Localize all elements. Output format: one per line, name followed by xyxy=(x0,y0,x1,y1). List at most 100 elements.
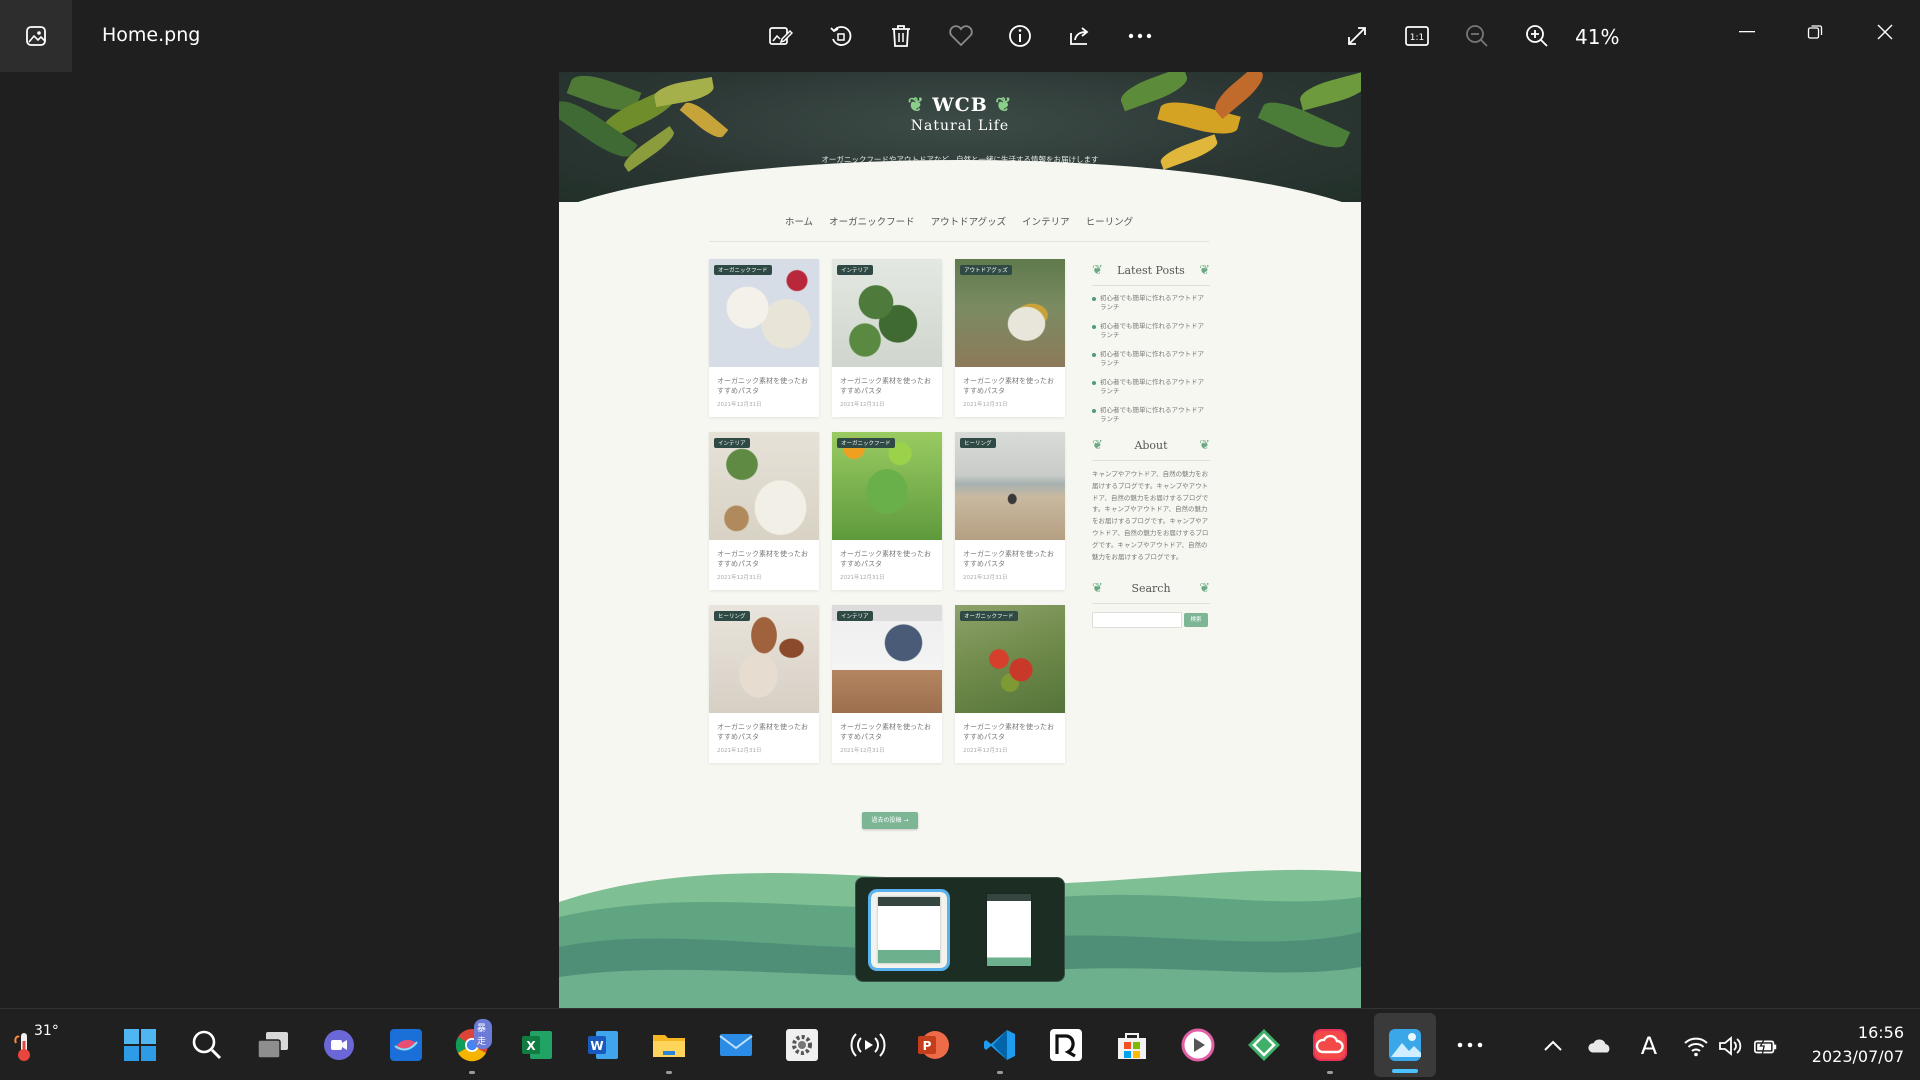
post-card[interactable]: オーガニックフード オーガニック素材を使ったおすすめパスタ 2021年12月31… xyxy=(955,605,1065,763)
post-title[interactable]: オーガニック素材を使ったおすすめパスタ xyxy=(832,713,942,742)
post-date: 2021年12月31日 xyxy=(840,575,885,581)
site-logo[interactable]: ❦ WCB ❦ Natural Life xyxy=(559,94,1361,134)
post-title[interactable]: オーガニック素材を使ったおすすめパスタ xyxy=(709,713,819,742)
post-category-badge[interactable]: ヒーリング xyxy=(960,438,996,448)
search-button[interactable]: 検索 xyxy=(1184,613,1208,628)
post-title[interactable]: オーガニック素材を使ったおすすめパスタ xyxy=(955,713,1065,742)
post-title[interactable]: オーガニック素材を使ったおすすめパスタ xyxy=(709,367,819,396)
post-title[interactable]: オーガニック素材を使ったおすすめパスタ xyxy=(709,540,819,569)
zoom-out-icon[interactable] xyxy=(1459,18,1495,54)
zoom-in-icon[interactable] xyxy=(1519,18,1555,54)
ime-icon[interactable]: A xyxy=(1636,1032,1662,1060)
svg-text:P: P xyxy=(923,1039,932,1053)
rotate-icon[interactable] xyxy=(823,18,859,54)
post-card[interactable]: オーガニックフード オーガニック素材を使ったおすすめパスタ 2021年12月31… xyxy=(832,432,942,590)
latest-post-item[interactable]: 初心者でも簡単に作れるアウトドアランチ xyxy=(1092,322,1210,340)
latest-post-item[interactable]: 初心者でも簡単に作れるアウトドアランチ xyxy=(1092,378,1210,396)
task-view-icon[interactable] xyxy=(253,1025,293,1065)
latest-posts-list: 初心者でも簡単に作れるアウトドアランチ 初心者でも簡単に作れるアウトドアランチ … xyxy=(1092,294,1210,424)
nav-item-outdoor-goods[interactable]: アウトドアグッズ xyxy=(931,212,1007,241)
delete-icon[interactable] xyxy=(883,18,919,54)
fullscreen-icon[interactable] xyxy=(1339,18,1375,54)
file-explorer-icon[interactable] xyxy=(649,1025,689,1074)
battery-icon[interactable] xyxy=(1753,1033,1779,1059)
sprig-icon: ❦ xyxy=(1199,262,1210,278)
teams-icon[interactable] xyxy=(319,1025,359,1065)
filmstrip xyxy=(855,877,1065,982)
creative-cloud-icon[interactable] xyxy=(1310,1025,1350,1074)
photos-icon[interactable] xyxy=(1385,1025,1425,1065)
post-card[interactable]: ヒーリング オーガニック素材を使ったおすすめパスタ 2021年12月31日 xyxy=(709,605,819,763)
filmstrip-thumbnail[interactable] xyxy=(868,889,950,971)
share-icon[interactable] xyxy=(1062,18,1098,54)
mail-icon[interactable] xyxy=(716,1025,756,1065)
search-input[interactable] xyxy=(1092,612,1182,629)
latest-post-item[interactable]: 初心者でも簡単に作れるアウトドアランチ xyxy=(1092,350,1210,368)
excel-icon[interactable]: X xyxy=(517,1025,557,1065)
powerpoint-icon[interactable]: P xyxy=(913,1025,953,1065)
microsoft-store-icon[interactable] xyxy=(1112,1025,1152,1065)
restore-button[interactable] xyxy=(1795,12,1835,52)
nav-item-healing[interactable]: ヒーリング xyxy=(1086,212,1134,241)
post-category-badge[interactable]: インテリア xyxy=(837,611,873,621)
zoom-level[interactable]: 41% xyxy=(1575,25,1619,49)
file-name: Home.png xyxy=(102,24,201,46)
post-thumbnail: オーガニックフード xyxy=(832,432,942,540)
latest-post-item[interactable]: 初心者でも簡単に作れるアウトドアランチ xyxy=(1092,294,1210,312)
nav-item-organic-food[interactable]: オーガニックフード xyxy=(829,212,915,241)
onedrive-icon[interactable] xyxy=(1587,1033,1613,1059)
post-title[interactable]: オーガニック素材を使ったおすすめパスタ xyxy=(955,367,1065,396)
info-icon[interactable] xyxy=(1002,18,1038,54)
post-card[interactable]: ヒーリング オーガニック素材を使ったおすすめパスタ 2021年12月31日 xyxy=(955,432,1065,590)
word-icon[interactable]: W xyxy=(583,1025,623,1065)
wifi-icon[interactable] xyxy=(1683,1033,1709,1059)
nav-item-interior[interactable]: インテリア xyxy=(1022,212,1070,241)
filmstrip-thumbnail[interactable] xyxy=(971,892,1047,968)
actual-size-icon[interactable]: 1:1 xyxy=(1399,18,1435,54)
close-button[interactable] xyxy=(1865,12,1905,52)
post-title[interactable]: オーガニック素材を使ったおすすめパスタ xyxy=(832,540,942,569)
temperature: 31° xyxy=(34,1023,59,1039)
image-viewer[interactable]: ❦ WCB ❦ Natural Life オーガニックフードやアウトドアなど、自… xyxy=(0,72,1920,1008)
post-card[interactable]: アウトドアグッズ オーガニック素材を使ったおすすめパスタ 2021年12月31日 xyxy=(955,259,1065,417)
post-category-badge[interactable]: インテリア xyxy=(714,438,750,448)
settings-icon[interactable] xyxy=(782,1025,822,1065)
system-clock[interactable]: 16:56 2023/07/07 xyxy=(1800,1021,1904,1069)
latest-post-item[interactable]: 初心者でも簡単に作れるアウトドアランチ xyxy=(1092,406,1210,424)
post-thumbnail: アウトドアグッズ xyxy=(955,259,1065,367)
post-category-badge[interactable]: アウトドアグッズ xyxy=(960,265,1012,275)
chrome-icon[interactable]: 暴走 xyxy=(452,1019,492,1074)
post-category-badge[interactable]: オーガニックフード xyxy=(837,438,895,448)
volume-icon[interactable] xyxy=(1717,1033,1743,1059)
post-category-badge[interactable]: インテリア xyxy=(837,265,873,275)
post-card[interactable]: インテリア オーガニック素材を使ったおすすめパスタ 2021年12月31日 xyxy=(832,259,942,417)
weather-widget[interactable]: 31° xyxy=(14,1023,64,1067)
post-category-badge[interactable]: オーガニックフード xyxy=(960,611,1018,621)
start-icon[interactable] xyxy=(120,1025,160,1065)
media-player-icon[interactable] xyxy=(1178,1025,1218,1065)
app-icon[interactable] xyxy=(1244,1025,1284,1065)
older-posts-button[interactable]: 過去の投稿 → xyxy=(862,812,918,829)
post-card[interactable]: インテリア オーガニック素材を使ったおすすめパスタ 2021年12月31日 xyxy=(832,605,942,763)
post-card[interactable]: オーガニックフード オーガニック素材を使ったおすすめパスタ 2021年12月31… xyxy=(709,259,819,417)
vscode-icon[interactable] xyxy=(980,1025,1020,1074)
photos-app-icon[interactable] xyxy=(0,0,72,72)
post-thumbnail: ヒーリング xyxy=(955,432,1065,540)
post-title[interactable]: オーガニック素材を使ったおすすめパスタ xyxy=(832,367,942,396)
post-category-badge[interactable]: オーガニックフード xyxy=(714,265,772,275)
favorite-icon[interactable] xyxy=(943,18,979,54)
more-icon[interactable] xyxy=(1122,18,1158,54)
sprig-icon: ❦ xyxy=(1092,262,1103,278)
podcast-icon[interactable] xyxy=(848,1025,888,1065)
app-icon[interactable] xyxy=(1046,1025,1086,1065)
edit-image-icon[interactable] xyxy=(762,18,798,54)
chevron-up-icon[interactable] xyxy=(1540,1033,1566,1059)
post-title[interactable]: オーガニック素材を使ったおすすめパスタ xyxy=(955,540,1065,569)
app-icon[interactable] xyxy=(386,1025,426,1065)
post-card[interactable]: インテリア オーガニック素材を使ったおすすめパスタ 2021年12月31日 xyxy=(709,432,819,590)
more-apps-icon[interactable] xyxy=(1450,1025,1490,1065)
search-icon[interactable] xyxy=(187,1025,227,1065)
minimize-button[interactable] xyxy=(1727,12,1767,52)
nav-item-home[interactable]: ホーム xyxy=(785,212,813,241)
post-category-badge[interactable]: ヒーリング xyxy=(714,611,750,621)
